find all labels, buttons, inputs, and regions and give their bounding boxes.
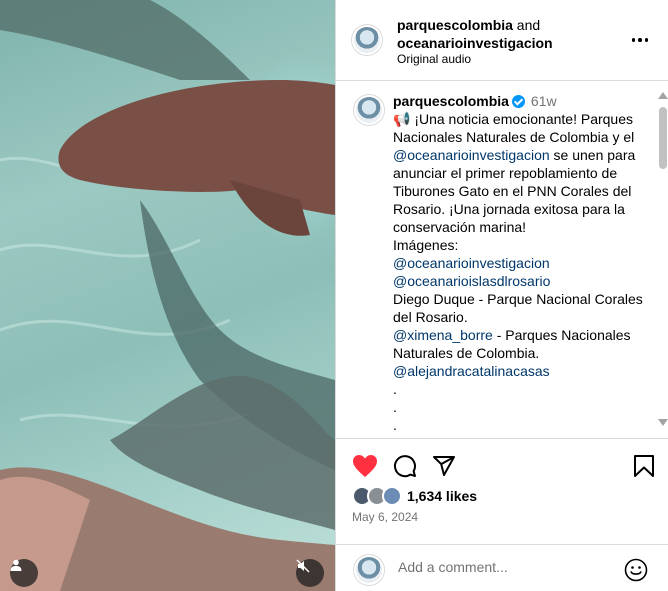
caption-dot: . [393,417,397,433]
author-username-link[interactable]: parquescolombia [397,17,513,33]
like-button[interactable] [352,453,378,479]
comment-button[interactable] [392,453,418,479]
smiley-icon[interactable] [624,558,648,582]
scroll-up-arrow-icon[interactable] [658,92,668,99]
caption-dot: . [393,399,397,415]
post-date[interactable]: May 6, 2024 [352,510,418,524]
person-icon [10,559,22,571]
mute-toggle-button[interactable] [296,559,324,587]
add-comment-bar [336,544,668,591]
caption-username-link[interactable]: parquescolombia [393,93,509,109]
current-user-avatar [353,554,385,586]
post-caption: parquescolombia 61w 📢 ¡Una noticia emocio… [393,92,651,434]
caption-timestamp[interactable]: 61w [531,93,557,109]
comment-icon [394,455,416,478]
more-options-button[interactable] [630,32,650,48]
caption-author-avatar[interactable] [353,94,385,126]
caption-text: Diego Duque - Parque Nacional Corales de… [393,291,643,325]
save-button[interactable] [631,453,657,479]
post-header: parquescolombia and oceanarioinvestigaci… [336,0,668,81]
scroll-down-arrow-icon[interactable] [658,419,668,426]
post-authors: parquescolombia and oceanarioinvestigaci… [397,16,553,52]
mention-link[interactable]: @ximena_borre [393,327,493,343]
caption-text: Imágenes: [393,237,459,253]
bookmark-icon [634,455,654,477]
comment-input[interactable] [398,559,608,575]
comments-scrollbar[interactable] [656,82,668,438]
mention-link[interactable]: @oceanarioinvestigacion [393,147,550,163]
mention-link[interactable]: @oceanarioislasdlrosario [393,273,550,289]
speaker-muted-icon [296,559,310,573]
author-avatar[interactable] [351,24,383,56]
megaphone-emoji: 📢 [393,111,411,127]
tagged-users-button[interactable] [10,559,38,587]
caption-dot: . [393,381,397,397]
caption-text: ¡Una noticia emocionante! Parques Nacion… [393,111,635,145]
heart-icon [353,455,377,477]
post-actions-bar [336,440,668,492]
post-media-video[interactable] [0,0,335,591]
likes-count[interactable]: 1,634 likes [407,488,477,504]
send-icon [433,456,455,476]
audio-label-link[interactable]: Original audio [397,51,471,67]
share-button[interactable] [431,453,457,479]
mention-link[interactable]: @alejandracatalinacasas [393,363,550,379]
scroll-thumb[interactable] [659,107,667,169]
sharks-underwater-image [0,0,335,591]
authors-joiner: and [512,17,541,33]
likes-summary[interactable]: 1,634 likes [352,486,477,506]
verified-badge-icon [511,95,525,108]
mention-link[interactable]: @oceanarioinvestigacion [393,255,550,271]
coauthor-username-link[interactable]: oceanarioinvestigacion [397,35,553,51]
ellipsis-icon [631,38,636,42]
comments-section[interactable]: parquescolombia 61w 📢 ¡Una noticia emocio… [336,82,668,439]
post-side-panel: parquescolombia and oceanarioinvestigaci… [335,0,668,591]
liker-avatar [382,486,402,506]
